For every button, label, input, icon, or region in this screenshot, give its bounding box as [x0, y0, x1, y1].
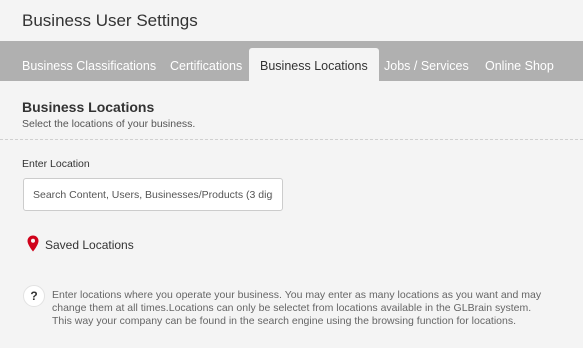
section-heading: Business Locations — [22, 99, 155, 115]
help-text: Enter locations where you operate your b… — [52, 289, 542, 327]
tab-jobs-services[interactable]: Jobs / Services — [384, 48, 469, 81]
section-subtitle: Select the locations of your business. — [22, 118, 196, 130]
tab-business-classifications[interactable]: Business Classifications — [22, 48, 156, 81]
map-pin-icon — [27, 235, 39, 252]
tab-business-locations[interactable]: Business Locations — [249, 48, 379, 81]
tab-online-shop[interactable]: Online Shop — [485, 48, 554, 81]
tab-bar: Business Classifications Certifications … — [0, 41, 583, 81]
location-field-label: Enter Location — [22, 158, 90, 170]
help-icon: ? — [23, 285, 45, 307]
page-title: Business User Settings — [22, 11, 198, 30]
saved-locations-label: Saved Locations — [45, 238, 134, 252]
tab-certifications[interactable]: Certifications — [170, 48, 242, 81]
section-divider — [0, 139, 583, 140]
location-search-input[interactable] — [23, 178, 283, 211]
